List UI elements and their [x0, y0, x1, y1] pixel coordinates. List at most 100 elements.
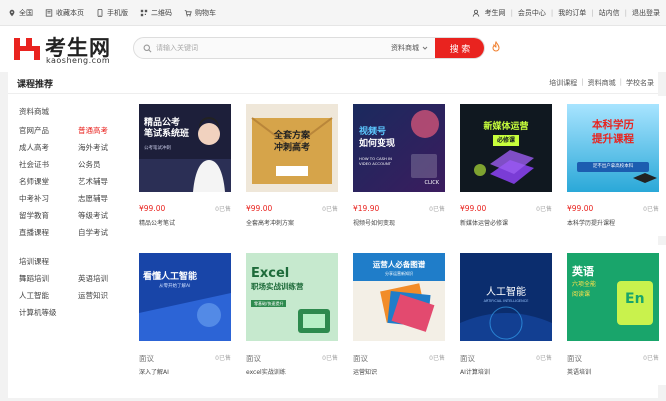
topbar-qrcode-link[interactable]: 二维码 — [140, 8, 172, 18]
course-card[interactable]: 运营人必备图谱 分享运营新知识 面议 0已售 运营知识 — [345, 245, 455, 385]
topbar-orders-link[interactable]: 我的订单 — [558, 8, 586, 18]
cover-text-line: 提升课程 — [592, 133, 634, 145]
course-sold-count: 0已售 — [215, 355, 231, 362]
panel-links: 培训课程 | 资料商城 | 学校名录 — [549, 78, 654, 88]
cover-text-line: 人工智能 — [486, 287, 526, 298]
sidebar-item[interactable]: 英语培训 — [78, 273, 108, 284]
sidebar-item[interactable]: 成人高考 — [19, 142, 49, 153]
sidebar-item[interactable]: 公务员 — [78, 159, 101, 170]
sidebar-item-active[interactable]: 普通高考 — [78, 125, 108, 136]
topbar-messages-link[interactable]: 站内信 — [599, 8, 620, 18]
course-card[interactable]: 新媒体运营 必修课 ¥99.00 0已售 新媒体运营必修课 — [452, 96, 562, 236]
cover-text-line: 精品公考 — [144, 118, 181, 128]
search-button[interactable]: 搜 索 — [435, 38, 484, 58]
panel-link-materials[interactable]: 资料商城 — [588, 78, 616, 88]
sidebar-item[interactable]: 艺术辅导 — [78, 176, 108, 187]
course-card[interactable]: 视频号 如何变现 HOW TO CASH IN VIDEO ACCOUNT CL… — [345, 96, 455, 236]
qrcode-icon — [140, 9, 148, 17]
course-name[interactable]: 运营知识 — [353, 367, 377, 376]
cover-text-line: 职场实战训练营 — [251, 282, 304, 291]
course-name[interactable]: 英语培训 — [567, 367, 591, 376]
search-category-select[interactable]: 资料商城 — [387, 38, 442, 58]
course-price: 面议 — [246, 354, 261, 363]
cover-subtext: HOW TO CASH IN VIDEO ACCOUNT — [359, 156, 393, 166]
topbar-favorite-link[interactable]: 收藏本页 — [45, 8, 84, 18]
course-cover-image: 全套方案 冲刺高考 — [246, 104, 338, 192]
logo-domain: kaosheng.com — [46, 56, 111, 65]
course-cover-image: 人工智能 ARTIFICIAL INTELLIGENCE — [460, 253, 552, 341]
course-name[interactable]: AI计算培训 — [460, 367, 490, 376]
course-sold-count: 0已售 — [322, 355, 338, 362]
sidebar-item[interactable]: 人工智能 — [19, 290, 49, 301]
course-card[interactable]: 全套方案 冲刺高考 ¥99.00 0已售 全套高考冲刺方案 — [238, 96, 348, 236]
sidebar-item[interactable]: 名师课堂 — [19, 176, 49, 187]
course-price: 面议 — [567, 354, 582, 363]
course-sold-count: 0已售 — [643, 206, 659, 213]
cover-text-line: 笔试系统班 — [144, 129, 190, 139]
cover-text-line: 运营人必备图谱 — [372, 260, 426, 269]
topbar-location-link[interactable]: 全国 — [8, 8, 33, 18]
topbar-logout-link[interactable]: 退出登录 — [632, 8, 660, 18]
sidebar-item[interactable]: 运营知识 — [78, 290, 108, 301]
sidebar-item[interactable]: 自学考试 — [78, 227, 108, 238]
topbar-qrcode-label: 二维码 — [151, 9, 172, 17]
course-name[interactable]: 新媒体运营必修课 — [460, 218, 508, 227]
topbar-mobile-link[interactable]: 手机版 — [96, 8, 128, 18]
cover-subtext: 从零开始了解AI — [159, 284, 191, 289]
topbar-user-link[interactable]: 考生网 — [485, 8, 506, 18]
course-card[interactable]: 本科学历 提升课程 足不出户拿高校本科 ¥99.00 0已售 本科学历提升课程 — [559, 96, 666, 236]
course-cover-image: 新媒体运营 必修课 — [460, 104, 552, 192]
sidebar-item[interactable]: 社会证书 — [19, 159, 49, 170]
course-name[interactable]: excel实战训练 — [246, 367, 286, 376]
sidebar-item[interactable]: 等级考试 — [78, 210, 108, 221]
course-sold-count: 0已售 — [429, 206, 445, 213]
course-cover-image: 运营人必备图谱 分享运营新知识 — [353, 253, 445, 341]
logo-mark-icon — [13, 35, 41, 63]
course-price: 面议 — [353, 354, 368, 363]
sidebar-group-title-materials: 资料商城 — [19, 107, 49, 116]
panel-title: 课程推荐 — [17, 80, 54, 90]
sidebar-item[interactable]: 留学教育 — [19, 210, 49, 221]
cover-text-line: 六项全能 — [572, 281, 597, 288]
cover-subtext: 足不出户拿高校本科 — [592, 164, 634, 169]
course-price: ¥19.90 — [353, 204, 380, 213]
course-name[interactable]: 深入了解AI — [139, 367, 169, 376]
sidebar-item[interactable]: 舞蹈培训 — [19, 273, 49, 284]
course-price: 面议 — [139, 354, 154, 363]
sidebar-item[interactable]: 中考补习 — [19, 193, 49, 204]
cover-subtext: 分享运营新知识 — [385, 271, 413, 276]
course-name[interactable]: 本科学历提升课程 — [567, 218, 615, 227]
fire-icon[interactable] — [490, 41, 502, 53]
course-sold-count: 0已售 — [322, 206, 338, 213]
course-sold-count: 0已售 — [429, 355, 445, 362]
cover-subtext: ARTIFICIAL INTELLIGENCE — [483, 299, 529, 303]
cover-text-line: 阅读课 — [572, 291, 591, 298]
search-bar: 资料商城 搜 索 — [133, 37, 485, 59]
panel-link-schools[interactable]: 学校名录 — [626, 78, 654, 88]
course-name[interactable]: 精品公考笔试 — [139, 218, 175, 227]
course-name[interactable]: 全套高考冲刺方案 — [246, 218, 294, 227]
sidebar-item[interactable]: 海外考试 — [78, 142, 108, 153]
course-sold-count: 0已售 — [215, 206, 231, 213]
course-card[interactable]: 人工智能 ARTIFICIAL INTELLIGENCE 面议 0已售 AI计算… — [452, 245, 562, 385]
topbar-cart-link[interactable]: 购物车 — [184, 8, 216, 18]
course-card[interactable]: Excel 职场实战训练营 零基础/快速提升 面议 0已售 excel实战训练 — [238, 245, 348, 385]
cart-icon — [184, 10, 192, 17]
course-card[interactable]: 英语 六项全能 阅读课 En 面议 0已售 英语培训 — [559, 245, 666, 385]
course-card[interactable]: 看懂人工智能 从零开始了解AI 面议 0已售 深入了解AI — [131, 245, 241, 385]
topbar-cart-label: 购物车 — [195, 9, 216, 17]
cover-text-line: 英语 — [572, 265, 594, 278]
course-cover-image: 本科学历 提升课程 足不出户拿高校本科 — [567, 104, 659, 192]
search-input[interactable] — [156, 38, 386, 58]
sidebar-item[interactable]: 直播课程 — [19, 227, 49, 238]
sidebar-item[interactable]: 官网产品 — [19, 125, 49, 136]
sidebar-item[interactable]: 计算机等级 — [19, 307, 57, 318]
panel-link-training[interactable]: 培训课程 — [549, 78, 577, 88]
site-header: 考生网 kaosheng.com 资料商城 搜 索 — [0, 26, 666, 72]
star-icon — [45, 9, 53, 17]
sidebar-item[interactable]: 志愿辅导 — [78, 193, 108, 204]
course-card[interactable]: 精品公考 笔试系统班 公考笔试冲刺 ¥99.00 0已售 精品公考笔试 — [131, 96, 241, 236]
topbar-member-center-link[interactable]: 会员中心 — [518, 8, 546, 18]
site-logo[interactable]: 考生网 kaosheng.com — [13, 35, 118, 67]
course-name[interactable]: 视频号如何变现 — [353, 218, 395, 227]
